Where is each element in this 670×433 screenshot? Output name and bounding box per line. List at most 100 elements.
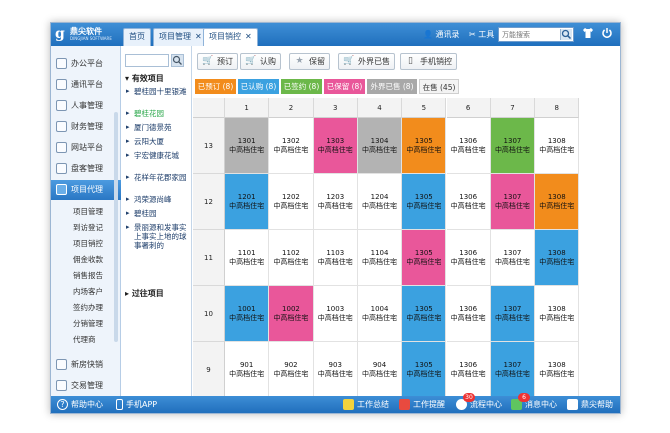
unit-cell[interactable]: 1305 中高档住宅 bbox=[402, 286, 447, 342]
tree-search-input[interactable] bbox=[126, 55, 168, 66]
unit-cell[interactable]: 1306 中高档住宅 bbox=[446, 286, 491, 342]
subnav-project-management[interactable]: 项目管理 bbox=[73, 206, 103, 217]
unit-cell[interactable]: 1307 中高档住宅 bbox=[490, 118, 536, 174]
unit-cell[interactable]: 1306 中高档住宅 bbox=[446, 118, 491, 174]
subscribe-button[interactable]: 🛒 认购 bbox=[240, 53, 281, 70]
status-tab-reserved[interactable]: 已保留 (8) bbox=[324, 79, 365, 94]
unit-cell[interactable]: 1306 中高档住宅 bbox=[446, 174, 491, 230]
unit-cell[interactable]: 1307 中高档住宅 bbox=[490, 174, 536, 230]
tree-item[interactable]: 鸿荣源尚峰 bbox=[126, 195, 190, 204]
unit-cell[interactable]: 1307 中高档住宅 bbox=[490, 286, 536, 342]
tree-item[interactable]: 厦门德景苑 bbox=[126, 123, 190, 132]
tree-item[interactable]: 碧桂园 bbox=[126, 209, 190, 218]
tree-item[interactable]: 花样年花郡家园 bbox=[126, 173, 190, 182]
unit-cell[interactable]: 1002 中高档住宅 bbox=[269, 286, 314, 342]
unit-cell[interactable]: 1306 中高档住宅 bbox=[446, 230, 491, 286]
nav-new-house[interactable]: 新房快销 bbox=[51, 355, 121, 375]
unit-cell[interactable]: 1102 中高档住宅 bbox=[269, 230, 314, 286]
unit-cell[interactable]: 1307 中高档住宅 bbox=[490, 342, 536, 396]
dingjian-help-button[interactable]: 鼎尖帮助 bbox=[567, 396, 613, 413]
unit-cell[interactable]: 1101 中高档住宅 bbox=[225, 230, 270, 286]
status-tab-subscribed[interactable]: 已认购 (8) bbox=[238, 79, 279, 94]
unit-cell[interactable]: 1305 中高档住宅 bbox=[402, 118, 447, 174]
unit-cell[interactable]: 1303 中高档住宅 bbox=[313, 118, 358, 174]
process-center-button[interactable]: 流程中心 30 bbox=[456, 393, 502, 413]
subnav-distribution[interactable]: 分销管理 bbox=[73, 318, 103, 329]
unit-cell[interactable]: 1304 中高档住宅 bbox=[357, 118, 403, 174]
mobile-app-button[interactable]: 手机APP bbox=[116, 396, 157, 413]
tree-group-past[interactable]: ▸ 过往项目 bbox=[125, 288, 164, 299]
message-center-button[interactable]: 消息中心 6 bbox=[511, 393, 557, 413]
nav-personnel[interactable]: 人事管理 bbox=[51, 96, 121, 116]
unit-cell[interactable]: 1305 中高档住宅 bbox=[402, 342, 447, 396]
tree-item[interactable]: 景丽源和发事实上事实上地的球事署刺的 bbox=[126, 223, 190, 250]
status-tab-sold-outside[interactable]: 外界已售 (8) bbox=[367, 79, 417, 94]
help-center-button[interactable]: ? 帮助中心 bbox=[57, 396, 103, 413]
nav-office-platform[interactable]: 办公平台 bbox=[51, 54, 121, 74]
subnav-commission[interactable]: 佣金收款 bbox=[73, 254, 103, 265]
nav-scrollbar[interactable] bbox=[114, 112, 118, 342]
unit-cell[interactable]: 902 中高档住宅 bbox=[269, 342, 314, 396]
unit-cell[interactable]: 901 中高档住宅 bbox=[225, 342, 270, 396]
nav-trade[interactable]: 交易管理 bbox=[51, 376, 121, 396]
nav-finance[interactable]: 财务管理 bbox=[51, 117, 121, 137]
close-icon[interactable]: ✕ bbox=[245, 32, 252, 41]
unit-cell[interactable]: 1201 中高档住宅 bbox=[225, 174, 270, 230]
reserve-button[interactable]: ★ 保留 bbox=[289, 53, 330, 70]
unit-cell[interactable]: 1003 中高档住宅 bbox=[313, 286, 358, 342]
unit-cell[interactable]: 1307 中高档住宅 bbox=[490, 230, 536, 286]
subnav-sales-control[interactable]: 项目销控 bbox=[73, 238, 103, 249]
power-icon[interactable] bbox=[600, 27, 614, 42]
nav-project-agent[interactable]: 项目代理 bbox=[51, 180, 121, 200]
book-button[interactable]: 🛒 预订 bbox=[197, 53, 238, 70]
unit-cell[interactable]: 1308 中高档住宅 bbox=[535, 230, 580, 286]
unit-cell[interactable]: 904 中高档住宅 bbox=[357, 342, 403, 396]
unit-cell[interactable]: 1306 中高档住宅 bbox=[446, 342, 491, 396]
subnav-visit-register[interactable]: 到访登记 bbox=[73, 222, 103, 233]
unit-cell[interactable]: 903 中高档住宅 bbox=[313, 342, 358, 396]
tree-item[interactable]: 云阳大厦 bbox=[126, 137, 190, 146]
tools-button[interactable]: ✂ 工具 bbox=[469, 27, 494, 42]
subnav-onsite-customer[interactable]: 内场客户 bbox=[73, 286, 103, 297]
tree-item-selected[interactable]: 碧桂花园 bbox=[126, 109, 190, 118]
mobile-sales-control-button[interactable]: ▯ 手机销控 bbox=[400, 53, 457, 70]
close-icon[interactable]: ✕ bbox=[195, 32, 202, 41]
unit-cell[interactable]: 1305 中高档住宅 bbox=[402, 174, 447, 230]
unit-cell[interactable]: 1204 中高档住宅 bbox=[357, 174, 403, 230]
tab-home[interactable]: 首页 bbox=[123, 28, 151, 46]
status-tab-signed[interactable]: 已签约 (8) bbox=[281, 79, 322, 94]
unit-cell[interactable]: 1203 中高档住宅 bbox=[313, 174, 358, 230]
work-reminder-button[interactable]: 工作提醒 bbox=[399, 396, 445, 413]
status-tab-on-sale[interactable]: 在售 (45) bbox=[419, 79, 459, 94]
address-book-button[interactable]: 👤 通讯录 bbox=[423, 27, 460, 42]
subnav-contract[interactable]: 签约办理 bbox=[73, 302, 103, 313]
nav-customer[interactable]: 盘客管理 bbox=[51, 159, 121, 179]
tree-item[interactable]: 宇宏健康花城 bbox=[126, 151, 190, 160]
unit-cell[interactable]: 1103 中高档住宅 bbox=[313, 230, 358, 286]
status-tab-booked[interactable]: 已预订 (8) bbox=[195, 79, 236, 94]
search-input[interactable] bbox=[499, 28, 559, 41]
unit-cell[interactable]: 1104 中高档住宅 bbox=[357, 230, 403, 286]
subnav-agent[interactable]: 代理商 bbox=[73, 334, 96, 345]
tab-project-management[interactable]: 项目管理 ✕ bbox=[153, 28, 208, 46]
unit-cell[interactable]: 1308 中高档住宅 bbox=[535, 118, 580, 174]
search-icon[interactable] bbox=[560, 29, 572, 40]
tab-project-sales-control[interactable]: 项目销控 ✕ bbox=[203, 28, 258, 46]
nav-communication-platform[interactable]: 通讯平台 bbox=[51, 75, 121, 95]
tree-search-button[interactable] bbox=[171, 54, 184, 67]
skin-shirt-icon[interactable] bbox=[581, 27, 595, 42]
unit-cell[interactable]: 1305 中高档住宅 bbox=[402, 230, 447, 286]
nav-website[interactable]: 网站平台 bbox=[51, 138, 121, 158]
sold-outside-button[interactable]: 🛒 外界已售 bbox=[338, 53, 395, 70]
unit-cell[interactable]: 1308 中高档住宅 bbox=[535, 174, 580, 230]
subnav-sales-report[interactable]: 销售报告 bbox=[73, 270, 103, 281]
unit-cell[interactable]: 1202 中高档住宅 bbox=[269, 174, 314, 230]
unit-cell[interactable]: 1001 中高档住宅 bbox=[225, 286, 270, 342]
tree-item[interactable]: 碧桂园十里银滩 bbox=[126, 87, 190, 96]
unit-cell[interactable]: 1308 中高档住宅 bbox=[535, 342, 580, 396]
unit-cell[interactable]: 1301 中高档住宅 bbox=[225, 118, 270, 174]
unit-cell[interactable]: 1302 中高档住宅 bbox=[269, 118, 314, 174]
unit-cell[interactable]: 1308 中高档住宅 bbox=[535, 286, 580, 342]
work-summary-button[interactable]: 工作总结 bbox=[343, 396, 389, 413]
unit-cell[interactable]: 1004 中高档住宅 bbox=[357, 286, 403, 342]
